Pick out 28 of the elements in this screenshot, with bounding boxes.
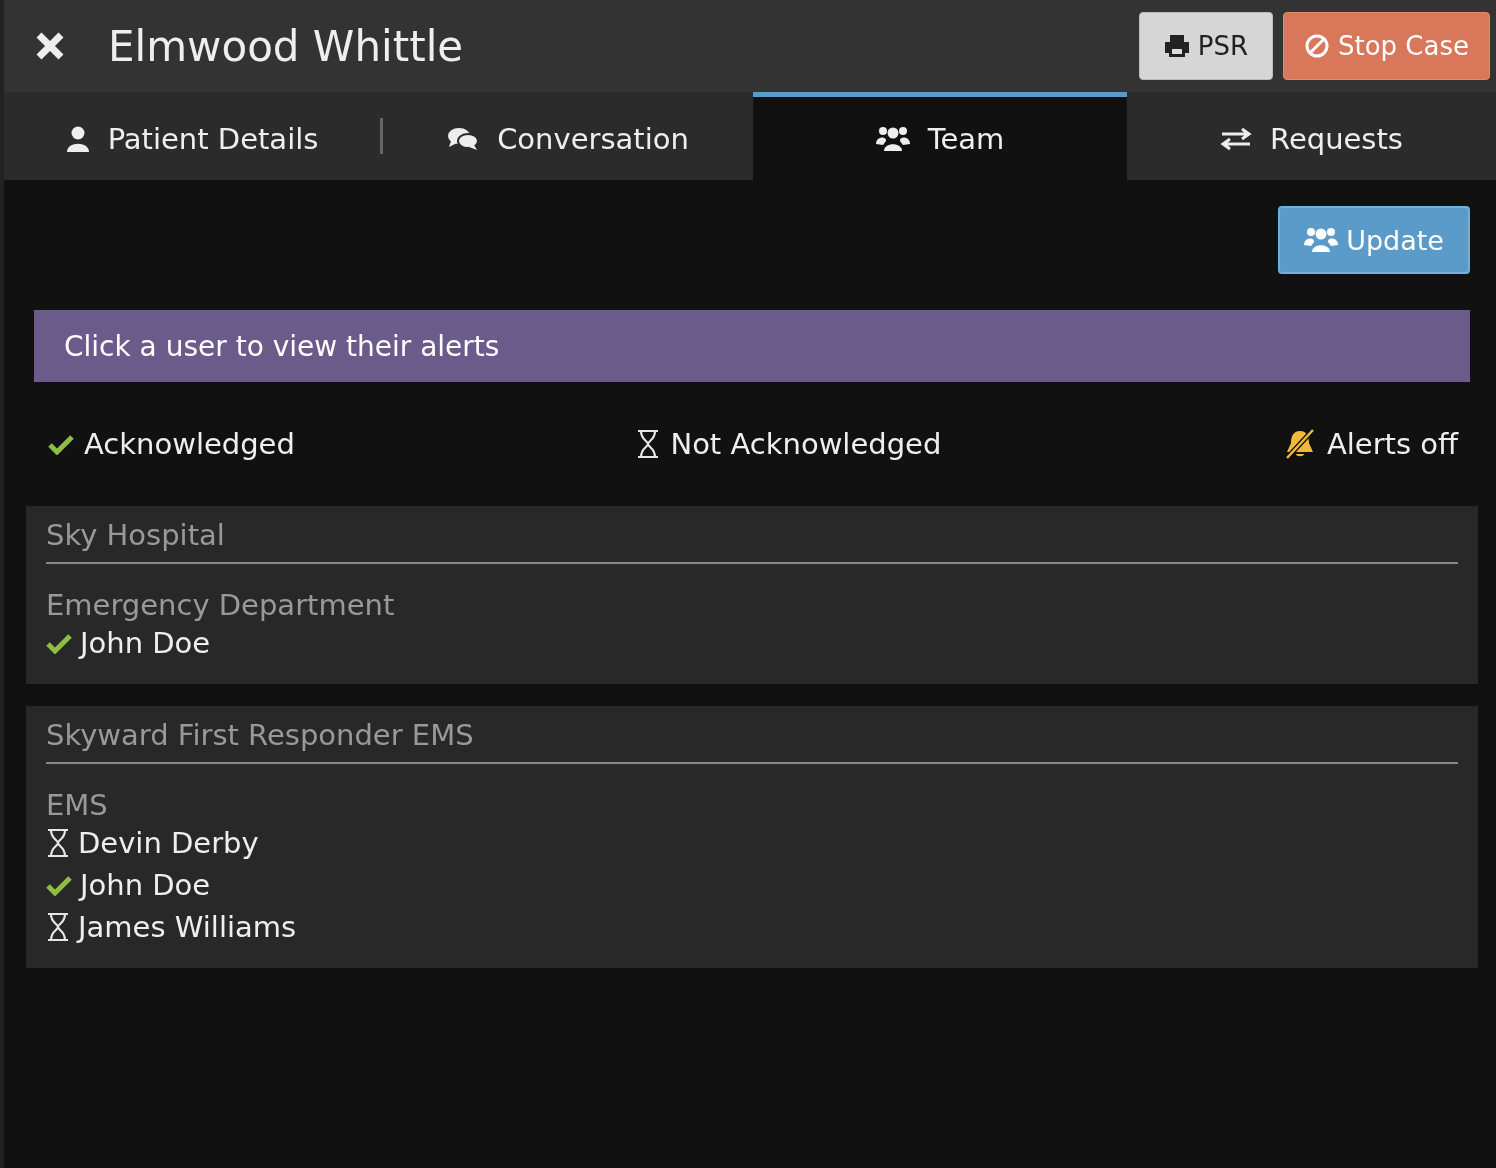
member-name[interactable]: John Doe	[80, 626, 211, 660]
info-banner: Click a user to view their alerts	[34, 310, 1470, 382]
tab[interactable]: Requests	[1127, 92, 1496, 180]
member-name[interactable]: James Williams	[78, 910, 297, 944]
legend-label: Alerts off	[1326, 427, 1458, 461]
window-title: Elmwood Whittle	[108, 21, 465, 71]
tab[interactable]: Conversation	[383, 92, 753, 180]
tab[interactable]: Team	[753, 92, 1127, 180]
exchange-icon	[1220, 126, 1253, 151]
department-name: Emergency Department	[46, 588, 396, 622]
member-name[interactable]: John Doe	[80, 868, 211, 902]
users-icon	[1304, 226, 1339, 254]
department-name: EMS	[46, 788, 109, 822]
printer-icon	[1163, 34, 1190, 58]
organization-name: Sky Hospital	[46, 518, 1458, 564]
check-icon	[48, 433, 74, 455]
hourglass-icon	[636, 429, 661, 459]
member-name[interactable]: Devin Derby	[78, 826, 259, 860]
organization-name: Skyward First Responder EMS	[46, 718, 1458, 764]
legend-label: Not Acknowledged	[670, 427, 942, 461]
tab[interactable]: Patient Details	[4, 92, 380, 180]
close-icon[interactable]	[34, 30, 66, 62]
user-icon	[65, 124, 90, 153]
print-button[interactable]: PSR	[1138, 12, 1273, 80]
chat-icon	[447, 125, 480, 152]
users-icon	[875, 124, 910, 153]
ban-icon	[1304, 33, 1330, 59]
legend-label: Acknowledged	[84, 427, 295, 461]
